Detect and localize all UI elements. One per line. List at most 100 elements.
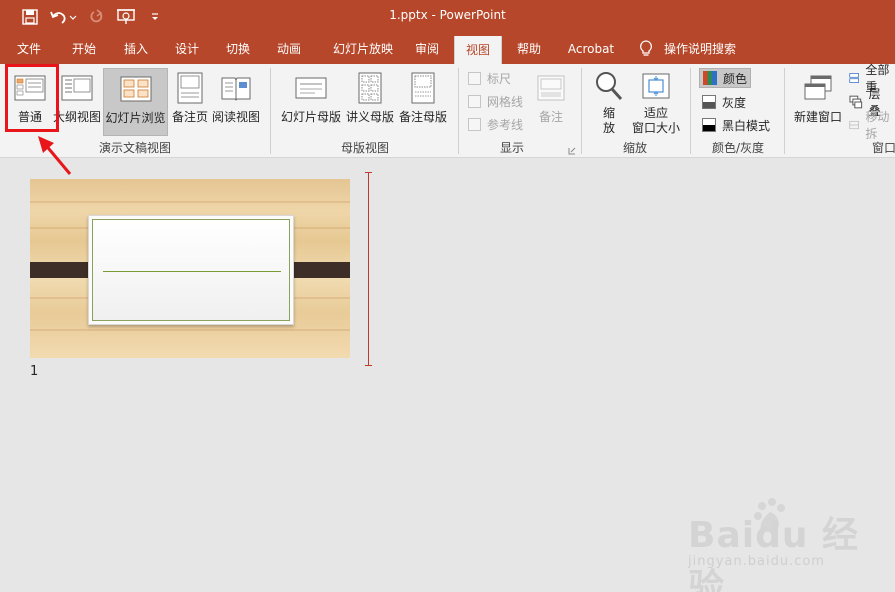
tab-acrobat[interactable]: Acrobat	[560, 34, 622, 64]
cascade-icon	[849, 95, 863, 109]
baidu-watermark: Baidu 经验 jingyan.baidu.com	[688, 496, 888, 592]
ribbon-view: 普通 大纲视图 幻灯片浏览 备注页 阅读视图 演示文稿视图 幻灯片母版 讲义母版…	[0, 63, 895, 158]
zoom-label: 缩 放	[602, 106, 615, 135]
reading-view-icon	[220, 68, 252, 108]
tab-home[interactable]: 开始	[62, 34, 106, 64]
handout-master-label: 讲义母版	[345, 110, 394, 124]
lightbulb-icon	[636, 34, 656, 64]
title-bar: 1.pptx - PowerPoint	[0, 0, 895, 34]
dialog-launcher-icon[interactable]	[568, 144, 576, 155]
zoom-button[interactable]: 缩 放	[590, 68, 628, 136]
reading-view-button[interactable]: 阅读视图	[211, 68, 261, 136]
fit-to-window-button[interactable]: 适应 窗口大小	[628, 68, 684, 136]
gridlines-label: 网格线	[487, 94, 524, 109]
presentation-views-group-label: 演示文稿视图	[98, 141, 171, 155]
tab-view[interactable]: 视图	[454, 36, 502, 64]
watermark-brand: Baidu 经验	[688, 515, 860, 592]
notes-button: 备注	[532, 68, 570, 136]
tab-transitions[interactable]: 切换	[216, 34, 260, 64]
tab-review[interactable]: 审阅	[406, 34, 448, 64]
guides-checkbox: 参考线	[468, 115, 523, 133]
wood-grain	[30, 201, 350, 203]
insertion-cursor-cap	[365, 365, 372, 366]
group-separator	[690, 68, 691, 154]
arrange-all-icon	[849, 73, 859, 83]
magnifier-icon	[594, 68, 624, 104]
black-white-mode-label: 黑白模式	[722, 118, 771, 133]
handout-master-icon	[357, 68, 383, 108]
notes-label: 备注	[538, 110, 563, 124]
notes-icon	[536, 68, 566, 108]
gridlines-checkbox-box	[468, 94, 481, 108]
color-mode-button[interactable]: 颜色	[699, 68, 752, 88]
slide-band-right	[286, 262, 350, 278]
slide-title-card-inner	[92, 219, 290, 321]
slide-title-card	[88, 215, 294, 325]
move-split-icon	[849, 120, 859, 130]
notes-page-label: 备注页	[171, 110, 208, 124]
slide-sorter-label: 幻灯片浏览	[105, 111, 166, 125]
zoom-group-label: 缩放	[622, 141, 647, 155]
window-group-label: 窗口	[872, 141, 895, 155]
tab-help[interactable]: 帮助	[507, 34, 551, 64]
guides-checkbox-box	[468, 117, 481, 131]
document-title: 1.pptx - PowerPoint	[389, 8, 506, 22]
group-separator	[458, 68, 459, 154]
tab-design[interactable]: 设计	[165, 34, 209, 64]
color-mode-label: 颜色	[723, 71, 748, 86]
fit-to-window-label: 适应 窗口大小	[631, 106, 680, 135]
normal-view-highlight	[5, 64, 59, 132]
grayscale-swatch-icon	[702, 95, 716, 109]
black-white-swatch-icon	[702, 118, 716, 132]
ruler-label: 标尺	[487, 71, 512, 86]
outline-view-label: 大纲视图	[53, 110, 102, 124]
new-window-icon	[802, 68, 834, 108]
tab-file[interactable]: 文件	[8, 34, 50, 64]
gridlines-checkbox: 网格线	[468, 92, 523, 110]
grayscale-mode-button[interactable]: 灰度	[699, 92, 749, 112]
move-split-button: 移动拆	[846, 110, 895, 141]
move-split-label: 移动拆	[865, 110, 890, 141]
new-window-button[interactable]: 新建窗口	[792, 68, 844, 136]
fit-to-window-icon	[641, 68, 671, 104]
group-separator	[581, 68, 582, 154]
slide-band-left	[30, 262, 96, 278]
slide-master-icon	[295, 68, 327, 108]
wood-grain	[30, 329, 350, 331]
watermark-url: jingyan.baidu.com	[688, 554, 825, 569]
group-separator	[784, 68, 785, 154]
tab-animations[interactable]: 动画	[267, 34, 311, 64]
master-views-group-label: 母版视图	[340, 141, 389, 155]
outline-view-icon	[61, 68, 93, 108]
reading-view-label: 阅读视图	[211, 110, 260, 124]
notes-page-button[interactable]: 备注页	[170, 68, 210, 136]
ruler-checkbox-box	[468, 71, 481, 85]
notes-master-icon	[410, 68, 436, 108]
ruler-checkbox: 标尺	[468, 69, 511, 87]
color-grayscale-group-label: 颜色/灰度	[711, 141, 765, 155]
slide-master-label: 幻灯片母版	[280, 110, 341, 124]
slide-sorter-button[interactable]: 幻灯片浏览	[103, 68, 168, 136]
annotation-arrow-icon	[38, 136, 72, 175]
insertion-cursor-cap	[365, 172, 372, 173]
handout-master-button[interactable]: 讲义母版	[344, 68, 396, 136]
ribbon-tabs: 文件 开始 插入 设计 切换 动画 幻灯片放映 审阅 视图 帮助 Acrobat…	[0, 34, 895, 64]
slide-thumbnail[interactable]	[30, 179, 350, 358]
black-white-mode-button[interactable]: 黑白模式	[699, 115, 773, 135]
notes-master-label: 备注母版	[398, 110, 447, 124]
slide-title-divider	[103, 271, 281, 272]
color-swatch-icon	[703, 71, 717, 85]
tell-me-search[interactable]: 操作说明搜索	[664, 34, 774, 64]
tab-slideshow[interactable]: 幻灯片放映	[322, 34, 404, 64]
notes-page-icon	[176, 68, 204, 108]
tab-insert[interactable]: 插入	[114, 34, 158, 64]
guides-label: 参考线	[487, 117, 524, 132]
slide-number: 1	[30, 364, 39, 379]
outline-view-button[interactable]: 大纲视图	[53, 68, 102, 136]
group-separator	[270, 68, 271, 154]
notes-master-button[interactable]: 备注母版	[397, 68, 449, 136]
slide-insertion-cursor	[368, 172, 369, 366]
slide-master-button[interactable]: 幻灯片母版	[280, 68, 342, 136]
new-window-label: 新建窗口	[793, 110, 842, 124]
grayscale-mode-label: 灰度	[722, 95, 747, 110]
